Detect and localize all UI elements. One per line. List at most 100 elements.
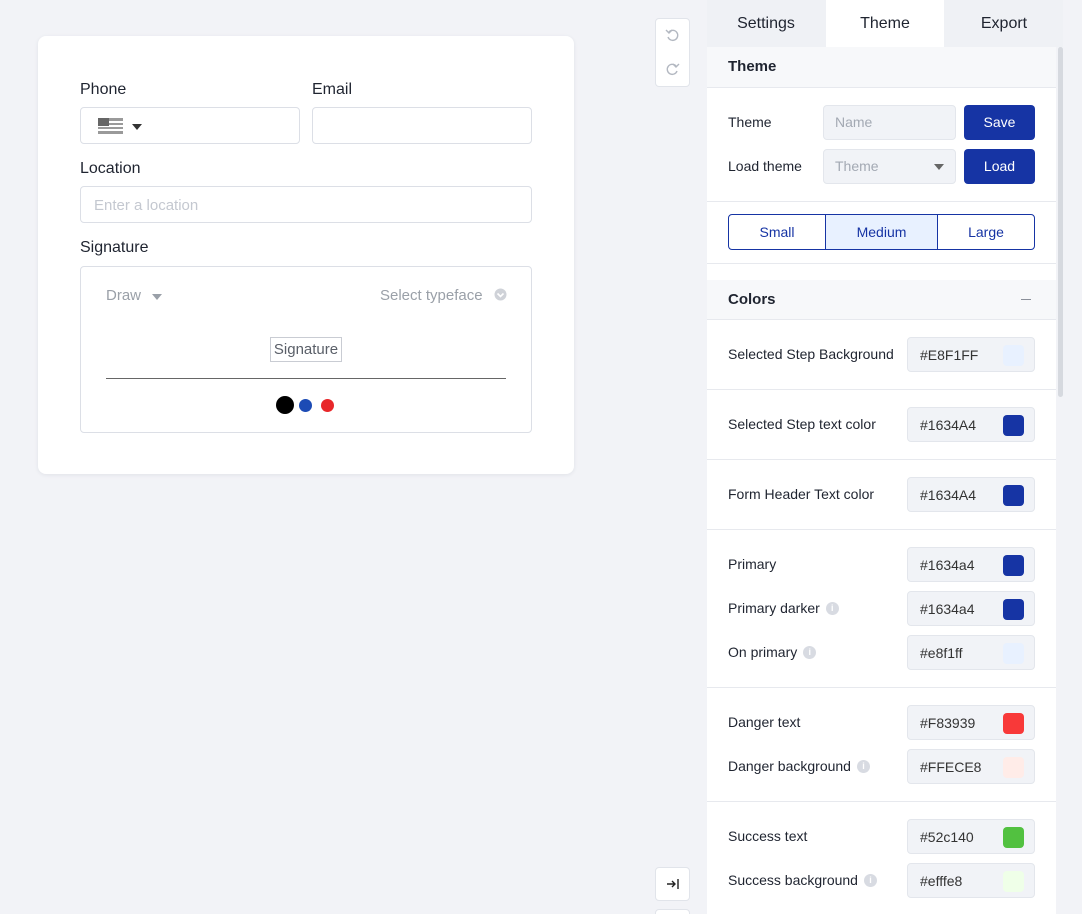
color-input[interactable]: #e8f1ff — [907, 635, 1035, 670]
email-label: Email — [312, 81, 353, 98]
phone-field[interactable] — [80, 107, 300, 144]
color-label: Danger background i — [728, 758, 870, 774]
pen-color-black[interactable] — [276, 396, 294, 414]
color-label: Success text — [728, 828, 807, 844]
color-hex-value: #F83939 — [920, 715, 976, 731]
color-label: On primary i — [728, 644, 817, 660]
color-label: Danger text — [728, 714, 800, 730]
email-field[interactable] — [312, 107, 532, 144]
color-hex-value: #52c140 — [920, 829, 974, 845]
color-swatch[interactable] — [1003, 643, 1024, 664]
collapse-panel-button[interactable] — [655, 867, 690, 901]
color-input[interactable]: #52c140 — [907, 819, 1035, 854]
signature-typed-field[interactable]: Signature — [270, 337, 342, 362]
location-placeholder: Enter a location — [94, 197, 199, 214]
country-chevron-down-icon[interactable] — [132, 124, 142, 130]
tab-theme[interactable]: Theme — [826, 0, 944, 47]
load-theme-button[interactable]: Load — [964, 149, 1035, 184]
typeface-select[interactable]: Select typeface — [380, 287, 483, 304]
info-icon[interactable]: i — [863, 873, 877, 887]
color-label: Primary darker i — [728, 600, 839, 616]
info-icon[interactable]: i — [856, 759, 870, 773]
theme-name-label: Theme — [728, 114, 772, 130]
color-input[interactable]: #FFECE8 — [907, 749, 1035, 784]
color-label-text: Success background — [728, 872, 858, 888]
divider — [707, 201, 1056, 202]
undo-icon — [665, 29, 679, 42]
color-input[interactable]: #1634A4 — [907, 407, 1035, 442]
color-swatch[interactable] — [1003, 345, 1024, 366]
chevron-down-icon — [934, 164, 944, 170]
color-hex-value: #1634A4 — [920, 417, 977, 433]
size-selector: Small Medium Large — [728, 214, 1035, 250]
save-theme-button[interactable]: Save — [964, 105, 1035, 140]
color-input[interactable]: #efffe8 — [907, 863, 1035, 898]
color-swatch[interactable] — [1003, 599, 1024, 620]
divider — [707, 687, 1056, 688]
pen-color-blue[interactable] — [299, 399, 312, 412]
color-input[interactable]: #E8F1FF — [907, 337, 1035, 372]
color-swatch[interactable] — [1003, 415, 1024, 436]
signature-label: Signature — [80, 239, 149, 256]
colors-section-header[interactable]: Colors — [707, 280, 1056, 319]
signature-baseline — [106, 378, 506, 379]
location-input[interactable]: Enter a location — [80, 186, 532, 223]
color-label-text: Danger background — [728, 758, 851, 774]
undo-button[interactable] — [656, 19, 689, 52]
collapse-minus-icon[interactable] — [1021, 299, 1031, 300]
panel-scrollbar[interactable] — [1058, 47, 1063, 397]
color-hex-value: #1634A4 — [920, 487, 977, 503]
panel-tabs: Settings Theme Export — [707, 0, 1063, 47]
signature-mode-chevron-down-icon[interactable] — [152, 294, 162, 300]
info-icon[interactable]: i — [803, 645, 817, 659]
color-input[interactable]: #1634A4 — [907, 477, 1035, 512]
color-swatch[interactable] — [1003, 485, 1024, 506]
panel-toggle-button[interactable] — [655, 909, 690, 914]
tab-export[interactable]: Export — [945, 0, 1063, 47]
divider — [707, 801, 1056, 802]
load-theme-label: Load theme — [728, 158, 802, 174]
redo-button[interactable] — [656, 53, 689, 86]
theme-name-input[interactable]: Name — [823, 105, 956, 140]
color-input[interactable]: #1634a4 — [907, 547, 1035, 582]
color-input[interactable]: #1634a4 — [907, 591, 1035, 626]
color-label-text: Primary darker — [728, 600, 820, 616]
color-swatch[interactable] — [1003, 555, 1024, 576]
color-label-text: Success text — [728, 828, 808, 844]
pen-color-red[interactable] — [321, 399, 334, 412]
theme-section-title: Theme — [707, 47, 1056, 87]
divider — [707, 263, 1056, 264]
color-label: Form Header Text color — [728, 486, 874, 502]
typeface-chevron-down-icon[interactable] — [494, 288, 507, 301]
color-hex-value: #1634a4 — [920, 557, 975, 573]
info-icon[interactable]: i — [825, 601, 839, 615]
color-hex-value: #efffe8 — [920, 873, 963, 889]
us-flag-icon[interactable] — [98, 118, 123, 134]
color-hex-value: #FFECE8 — [920, 759, 982, 775]
color-hex-value: #E8F1FF — [920, 347, 979, 363]
divider — [707, 459, 1056, 460]
color-swatch[interactable] — [1003, 757, 1024, 778]
size-large[interactable]: Large — [938, 215, 1034, 249]
load-theme-select[interactable]: Theme — [823, 149, 956, 184]
color-hex-value: #e8f1ff — [920, 645, 963, 661]
size-small[interactable]: Small — [729, 215, 825, 249]
color-label: Success background i — [728, 872, 877, 888]
color-label-text: Form Header Text color — [728, 486, 875, 502]
collapse-right-icon — [666, 879, 679, 889]
color-swatch[interactable] — [1003, 827, 1024, 848]
color-hex-value: #1634a4 — [920, 601, 975, 617]
size-medium[interactable]: Medium — [825, 215, 938, 249]
signature-mode-select[interactable]: Draw — [106, 287, 141, 304]
color-label-text: Selected Step Background — [728, 346, 894, 362]
color-label-text: Danger text — [728, 714, 801, 730]
color-label: Primary — [728, 556, 776, 572]
color-swatch[interactable] — [1003, 871, 1024, 892]
color-swatch[interactable] — [1003, 713, 1024, 734]
color-input[interactable]: #F83939 — [907, 705, 1035, 740]
divider — [707, 319, 1056, 320]
location-label: Location — [80, 160, 141, 177]
tab-settings[interactable]: Settings — [707, 0, 825, 47]
signature-pad[interactable]: Draw Select typeface Signature — [80, 266, 532, 433]
theme-name-placeholder: Name — [835, 114, 873, 130]
